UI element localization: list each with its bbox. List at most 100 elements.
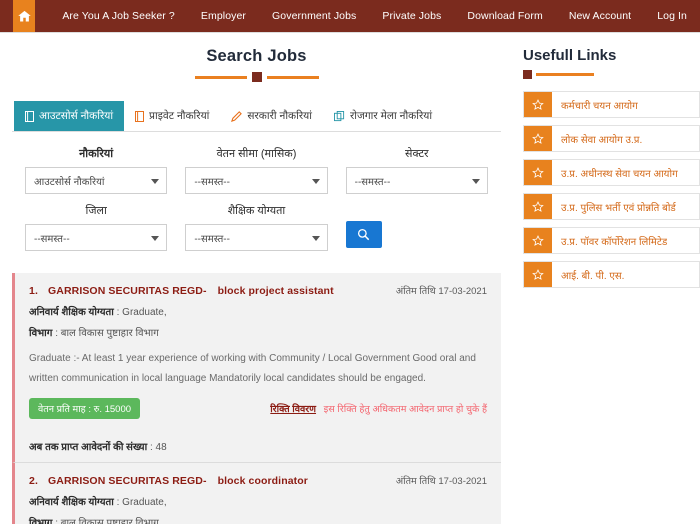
divider-square: [251, 72, 262, 82]
job-title: 1. GARRISON SECURITAS REGD- block projec…: [29, 285, 334, 297]
nav-link-new-account[interactable]: New Account: [556, 10, 644, 22]
star-icon: [524, 262, 552, 287]
sidebar-item-ssc[interactable]: कर्मचारी चयन आयोग: [523, 91, 700, 118]
job-deadline-value: 17-03-2021: [438, 476, 487, 487]
divider-bar-right: [266, 75, 319, 79]
qualification-select[interactable]: --समस्त--: [185, 224, 328, 251]
jobs-select[interactable]: आउटसोर्स नौकरियां: [25, 167, 168, 194]
job-card-footer: वेतन प्रति माह : रु. 15000 रिक्ति विवरण …: [29, 398, 487, 419]
sidebar-item-up-power-corporation[interactable]: उ.प्र. पॉवर कॉर्पोरेशन लिमिटेड: [523, 227, 700, 254]
star-icon: [524, 160, 552, 185]
job-department-line: विभाग : बाल विकास पुष्टाहार विभाग: [29, 515, 487, 524]
vacancy-detail-link[interactable]: रिक्ति विवरण: [270, 404, 316, 415]
field-label-spacer: [346, 203, 488, 221]
sector-select[interactable]: --समस्त--: [345, 167, 488, 194]
tab-private-jobs[interactable]: प्राइवेट नौकरियां: [124, 101, 220, 131]
job-number: 2.: [29, 475, 38, 487]
sidebar-item-label: आई. बी. पी. एस.: [561, 270, 625, 282]
field-jobs: नौकरियां आउटसोर्स नौकरियां: [16, 146, 176, 194]
nav-link-government-jobs[interactable]: Government Jobs: [259, 10, 369, 22]
tab-government-jobs[interactable]: सरकारी नौकरियां: [220, 101, 323, 131]
field-label-sector: सेक्टर: [405, 148, 429, 160]
job-number: 1.: [29, 285, 38, 297]
nav-link-log-in[interactable]: Log In: [644, 10, 700, 22]
private-jobs-icon: [135, 110, 145, 122]
salary-range-select[interactable]: --समस्त--: [185, 167, 328, 194]
job-department-value: : बाल विकास पुष्टाहार विभाग: [55, 328, 159, 339]
divider-square: [523, 70, 532, 79]
job-category-tabs: आउटसोर्स नौकरियां प्राइवेट नौकरियां सरका…: [12, 101, 501, 132]
star-icon: [524, 228, 552, 253]
district-select[interactable]: --समस्त--: [25, 224, 168, 251]
divider-bar-left: [194, 75, 247, 79]
home-button[interactable]: [13, 0, 36, 32]
page-body: Search Jobs आउटसोर्स नौकरियां प्राइवेट न…: [0, 33, 700, 524]
job-card-header: 1. GARRISON SECURITAS REGD- block projec…: [29, 284, 487, 297]
tab-outsource-jobs[interactable]: आउटसोर्स नौकरियां: [14, 101, 125, 131]
sidebar-item-ibps[interactable]: आई. बी. पी. एस.: [523, 261, 700, 288]
sidebar: Usefull Links कर्मचारी चयन आयोग लोक सेवा…: [513, 33, 700, 295]
job-qualification-line: अनिवार्य शैक्षिक योग्यता : Graduate,: [29, 494, 487, 508]
navbar-left-spacer: [0, 0, 14, 32]
tab-label: सरकारी नौकरियां: [247, 110, 312, 122]
nav-link-employer[interactable]: Employer: [188, 10, 259, 22]
sidebar-item-up-police-board[interactable]: उ.प्र. पुलिस भर्ती एवं प्रोन्नति बोर्ड: [523, 193, 700, 220]
job-application-count: अब तक प्राप्त आवेदनों की संख्या : 48: [29, 430, 487, 453]
search-button[interactable]: [345, 221, 382, 248]
qualification-select-value: --समस्त--: [194, 233, 230, 245]
star-icon: [524, 92, 552, 117]
district-select-value: --समस्त--: [34, 233, 70, 245]
job-role: block project assistant: [217, 285, 334, 297]
chevron-down-icon: [311, 235, 320, 241]
field-label-qualification: शैक्षिक योग्यता: [227, 205, 286, 217]
chevron-down-icon: [151, 178, 160, 184]
field-label-jobs: नौकरियां: [79, 148, 114, 160]
job-card-header: 2. GARRISON SECURITAS REGD- block coordi…: [29, 474, 487, 487]
nav-link-download-form[interactable]: Download Form: [454, 10, 555, 22]
main-column: Search Jobs आउटसोर्स नौकरियां प्राइवेट न…: [0, 33, 513, 524]
job-department-line: विभाग : बाल विकास पुष्टाहार विभाग: [29, 325, 487, 339]
job-qualification-label: अनिवार्य शैक्षिक योग्यता: [29, 497, 114, 508]
job-company: GARRISON SECURITAS REGD-: [48, 475, 207, 487]
job-card[interactable]: 2. GARRISON SECURITAS REGD- block coordi…: [12, 462, 501, 524]
job-qualification-value: : Graduate,: [116, 307, 167, 318]
field-search-action: [337, 203, 497, 251]
max-applications-note: इस रिक्ति हेतु अधिकतम आवेदन प्राप्त हो च…: [323, 404, 487, 415]
outsource-jobs-icon: [25, 110, 34, 122]
job-detail-area: रिक्ति विवरण इस रिक्ति हेतु अधिकतम आवेदन…: [270, 402, 487, 415]
field-label-district: जिला: [85, 205, 107, 217]
nav-link-private-jobs[interactable]: Private Jobs: [369, 10, 454, 22]
form-row-2: जिला --समस्त-- शैक्षिक योग्यता --समस्त--: [16, 203, 497, 251]
field-label-salary-range: वेतन सीमा (मासिक): [216, 148, 297, 160]
sidebar-item-label: उ.प्र. अधीनस्थ सेवा चयन आयोग: [561, 168, 678, 180]
job-department-label: विभाग: [29, 518, 53, 524]
job-deadline-label: अंतिम तिथि: [395, 286, 436, 297]
sidebar-item-uppsc[interactable]: लोक सेवा आयोग उ.प्र.: [523, 125, 700, 152]
divider-bar: [536, 73, 594, 76]
sidebar-item-upsssc[interactable]: उ.प्र. अधीनस्थ सेवा चयन आयोग: [523, 159, 700, 186]
sector-select-value: --समस्त--: [354, 176, 391, 188]
job-results-list: 1. GARRISON SECURITAS REGD- block projec…: [12, 273, 501, 524]
tab-label: रोजगार मेला नौकरियां: [349, 110, 433, 122]
field-qualification: शैक्षिक योग्यता --समस्त--: [176, 203, 336, 251]
salary-range-select-value: --समस्त--: [194, 176, 230, 188]
chevron-down-icon: [311, 178, 320, 184]
jobs-select-value: आउटसोर्स नौकरियां: [34, 176, 105, 188]
title-divider: [12, 72, 501, 82]
tab-label: प्राइवेट नौकरियां: [149, 110, 210, 122]
nav-link-job-seeker[interactable]: Are You A Job Seeker ?: [49, 10, 188, 22]
search-form: नौकरियां आउटसोर्स नौकरियां वेतन सीमा (मा…: [12, 132, 501, 251]
salary-badge: वेतन प्रति माह : रु. 15000: [29, 398, 141, 419]
job-card[interactable]: 1. GARRISON SECURITAS REGD- block projec…: [12, 273, 501, 462]
home-icon: [17, 9, 32, 24]
page-title: Search Jobs: [206, 47, 307, 65]
search-jobs-header: Search Jobs: [12, 33, 501, 82]
tab-label: आउटसोर्स नौकरियां: [39, 110, 114, 122]
tab-job-fair-jobs[interactable]: रोजगार मेला नौकरियां: [323, 101, 443, 131]
field-salary-range: वेतन सीमा (मासिक) --समस्त--: [176, 146, 336, 194]
chevron-down-icon: [151, 235, 160, 241]
field-sector: सेक्टर --समस्त--: [337, 146, 497, 194]
application-count-label: अब तक प्राप्त आवेदनों की संख्या: [29, 442, 148, 453]
top-navbar: Are You A Job Seeker ? Employer Governme…: [0, 0, 700, 33]
job-qualification-label: अनिवार्य शैक्षिक योग्यता: [29, 307, 114, 318]
